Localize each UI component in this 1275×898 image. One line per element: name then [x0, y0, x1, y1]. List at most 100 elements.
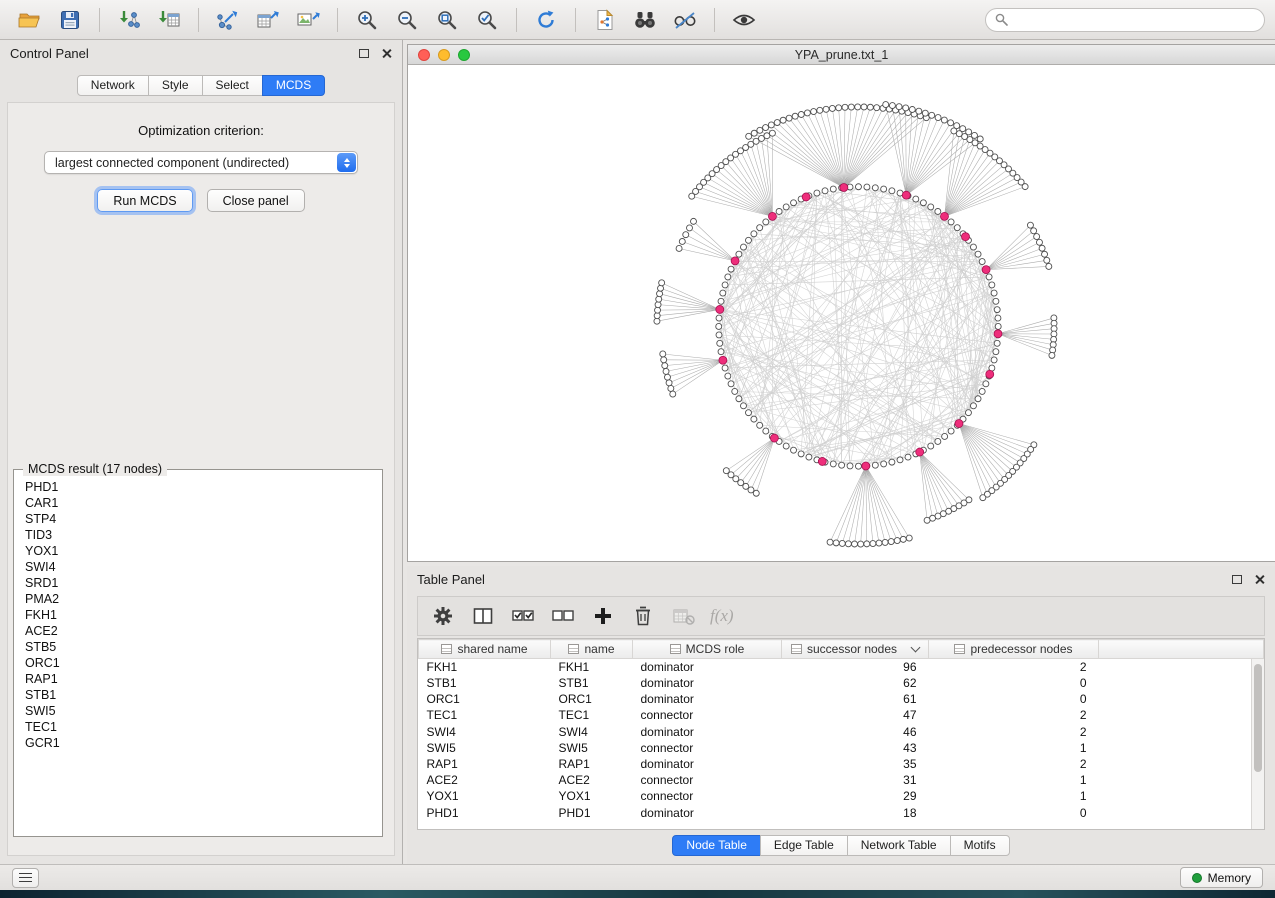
tab-motifs[interactable]: Motifs: [950, 835, 1010, 856]
global-search-box[interactable]: [985, 8, 1265, 32]
window-minimize-icon[interactable]: [438, 49, 450, 61]
table-panel: Table Panel f(x) shared namenameMCDS: [407, 566, 1275, 864]
sort-chevron-icon[interactable]: [911, 643, 921, 653]
table-toolbar: f(x): [417, 596, 1265, 636]
show-columns-button[interactable]: [470, 603, 496, 629]
open-session-button[interactable]: [10, 4, 50, 36]
mcds-result-item[interactable]: TEC1: [16, 719, 380, 735]
table-row[interactable]: PHD1PHD1dominator180: [419, 805, 1264, 821]
table-settings-button[interactable]: [430, 603, 456, 629]
export-network-button[interactable]: [208, 4, 248, 36]
mcds-result-item[interactable]: PHD1: [16, 479, 380, 495]
column-header-shared-name[interactable]: shared name: [419, 640, 551, 659]
table-scrollbar-thumb[interactable]: [1254, 664, 1262, 772]
mcds-result-item[interactable]: ACE2: [16, 623, 380, 639]
tab-network-table[interactable]: Network Table: [847, 835, 951, 856]
table-row[interactable]: ORC1ORC1dominator610: [419, 691, 1264, 707]
table-scrollbar[interactable]: [1251, 659, 1264, 829]
mcds-result-item[interactable]: TID3: [16, 527, 380, 543]
select-all-icon: [511, 605, 535, 627]
toolbar-separator: [575, 8, 576, 32]
status-menu-button[interactable]: [12, 868, 39, 888]
mcds-result-item[interactable]: GCR1: [16, 735, 380, 751]
open-folder-icon: [18, 9, 42, 31]
clone-network-button[interactable]: [585, 4, 625, 36]
table-row[interactable]: STB1STB1dominator620: [419, 675, 1264, 691]
select-all-button[interactable]: [510, 603, 536, 629]
mcds-result-item[interactable]: STB1: [16, 687, 380, 703]
apply-layout-button[interactable]: [526, 4, 566, 36]
window-controls: [418, 49, 470, 61]
node-table-header-row: shared namenameMCDS rolesuccessor nodesp…: [419, 640, 1264, 659]
node-table: shared namenameMCDS rolesuccessor nodesp…: [417, 638, 1265, 830]
tab-edge-table[interactable]: Edge Table: [760, 835, 848, 856]
table-row[interactable]: ACE2ACE2connector311: [419, 772, 1264, 788]
window-zoom-icon[interactable]: [458, 49, 470, 61]
mcds-result-item[interactable]: SRD1: [16, 575, 380, 591]
tab-mcds[interactable]: MCDS: [262, 75, 325, 96]
table-row[interactable]: SWI5SWI5connector431: [419, 740, 1264, 756]
deselect-all-button[interactable]: [550, 603, 576, 629]
mcds-result-item[interactable]: FKH1: [16, 607, 380, 623]
column-header-MCDS-role[interactable]: MCDS role: [633, 640, 782, 659]
column-header-successor-nodes[interactable]: successor nodes: [782, 640, 929, 659]
mcds-result-item[interactable]: RAP1: [16, 671, 380, 687]
float-panel-icon[interactable]: [359, 49, 369, 58]
zoom-selected-button[interactable]: [467, 4, 507, 36]
optimization-criterion-value: largest connected component (undirected): [55, 156, 289, 170]
zoom-in-button[interactable]: [347, 4, 387, 36]
tab-style[interactable]: Style: [148, 75, 203, 96]
optimization-criterion-select[interactable]: largest connected component (undirected): [44, 151, 358, 174]
column-header-predecessor-nodes[interactable]: predecessor nodes: [929, 640, 1099, 659]
export-image-button[interactable]: [288, 4, 328, 36]
tab-select[interactable]: Select: [202, 75, 263, 96]
zoom-out-button[interactable]: [387, 4, 427, 36]
zoom-fit-button[interactable]: [427, 4, 467, 36]
float-table-panel-icon[interactable]: [1232, 575, 1242, 584]
toggle-birds-eye-view-button[interactable]: [724, 4, 764, 36]
mcds-result-item[interactable]: SWI5: [16, 703, 380, 719]
memory-label: Memory: [1208, 871, 1251, 885]
window-close-icon[interactable]: [418, 49, 430, 61]
toggle-graphics-details-button[interactable]: [665, 4, 705, 36]
tab-network[interactable]: Network: [77, 75, 149, 96]
close-table-panel-icon[interactable]: [1254, 574, 1265, 585]
mcds-result-item[interactable]: STB5: [16, 639, 380, 655]
network-graph: [408, 65, 1275, 561]
close-panel-button[interactable]: Close panel: [207, 189, 305, 212]
run-mcds-button[interactable]: Run MCDS: [97, 189, 192, 212]
search-network-button[interactable]: [625, 4, 665, 36]
zoom-out-icon: [396, 9, 418, 31]
import-network-button[interactable]: [109, 4, 149, 36]
control-panel-header: Control Panel: [0, 40, 402, 66]
delete-column-button[interactable]: [630, 603, 656, 629]
mcds-result-item[interactable]: STP4: [16, 511, 380, 527]
tab-node-table[interactable]: Node Table: [672, 835, 761, 856]
mcds-result-item[interactable]: ORC1: [16, 655, 380, 671]
control-panel: Control Panel NetworkStyleSelectMCDS Opt…: [0, 40, 403, 864]
mcds-result-item[interactable]: SWI4: [16, 559, 380, 575]
search-icon: [995, 13, 1008, 26]
table-row[interactable]: YOX1YOX1connector291: [419, 788, 1264, 804]
mcds-result-item[interactable]: PMA2: [16, 591, 380, 607]
search-input[interactable]: [1014, 13, 1255, 27]
export-table-button[interactable]: [248, 4, 288, 36]
network-window-titlebar[interactable]: YPA_prune.txt_1: [408, 45, 1275, 65]
mcds-result-item[interactable]: YOX1: [16, 543, 380, 559]
toolbar-separator: [99, 8, 100, 32]
table-row[interactable]: RAP1RAP1dominator352: [419, 756, 1264, 772]
import-table-button[interactable]: [149, 4, 189, 36]
table-row[interactable]: FKH1FKH1dominator962: [419, 659, 1264, 676]
import-table-icon: [157, 9, 181, 31]
column-header-name[interactable]: name: [551, 640, 633, 659]
mcds-result-item[interactable]: CAR1: [16, 495, 380, 511]
memory-button[interactable]: Memory: [1180, 867, 1263, 888]
network-canvas[interactable]: [408, 65, 1275, 561]
save-session-button[interactable]: [50, 4, 90, 36]
export-network-icon: [216, 9, 240, 31]
close-panel-icon[interactable]: [381, 48, 392, 59]
network-view-window: YPA_prune.txt_1: [407, 44, 1275, 562]
add-column-button[interactable]: [590, 603, 616, 629]
table-row[interactable]: TEC1TEC1connector472: [419, 707, 1264, 723]
table-row[interactable]: SWI4SWI4dominator462: [419, 724, 1264, 740]
